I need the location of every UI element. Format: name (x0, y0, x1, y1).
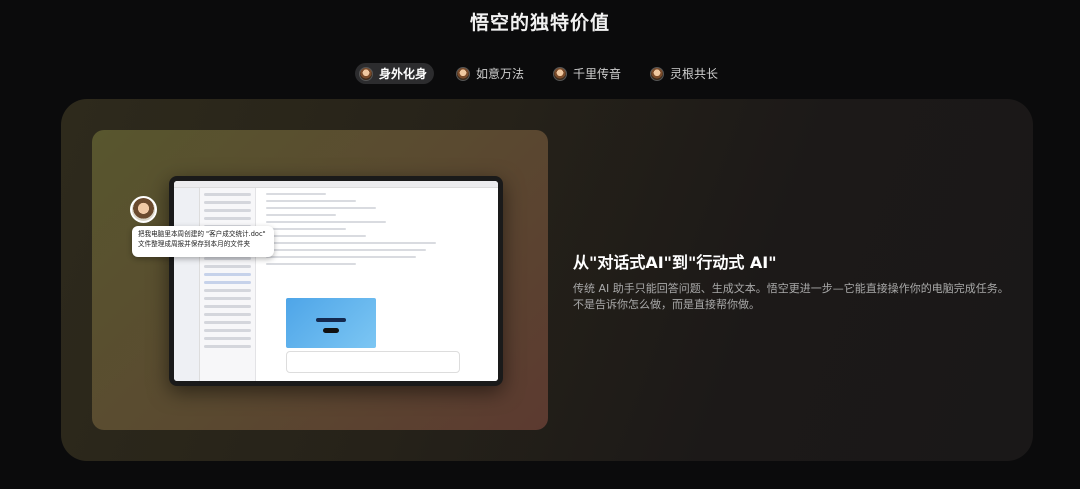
app-screen (174, 181, 498, 381)
monitor-frame (169, 176, 503, 386)
tab-label: 身外化身 (378, 67, 427, 81)
avatar-icon (455, 66, 470, 81)
avatar-icon (358, 66, 373, 81)
document-preview (286, 298, 376, 348)
tab-1[interactable]: 身外化身 (354, 63, 434, 84)
avatar-icon (553, 66, 567, 81)
tab-label: 如意万法 (475, 67, 524, 81)
bubble-line: 文件整理成周报并保存到本月的文件夹 (138, 240, 251, 248)
user-avatar (130, 196, 157, 223)
bubble-line: 把我电脑里本周创建的 "客户成交统计.doc" (138, 230, 266, 238)
tab-4[interactable]: 灵根共长 (646, 63, 725, 84)
feature-description: 传统 AI 助手只能回答问题、生成文本。悟空更进一步—它能直接操作你的电脑完成任… (573, 282, 1009, 311)
feature-card: 把我电脑里本周创建的 "客户成交统计.doc" 文件整理成周报并保存到本月的文件… (61, 99, 1033, 461)
window-titlebar (174, 181, 498, 188)
section-title: 悟空的独特价值 (469, 12, 610, 34)
app-nav-rail (174, 188, 200, 381)
tab-3[interactable]: 千里传音 (549, 63, 628, 84)
avatar-icon (650, 66, 665, 81)
tab-2[interactable]: 如意万法 (452, 63, 531, 84)
conversation-list (200, 188, 256, 381)
tab-label: 千里传音 (573, 67, 622, 81)
feature-headline: 从"对话式AI"到"行动式 AI" (573, 253, 777, 272)
feature-tabs: 身外化身 如意万法 千里传音 灵根共长 (0, 63, 1080, 84)
user-message-bubble: 把我电脑里本周创建的 "客户成交统计.doc" 文件整理成周报并保存到本月的文件… (132, 226, 274, 257)
chat-input (286, 351, 460, 373)
chat-pane (256, 188, 498, 381)
tab-label: 灵根共长 (670, 67, 719, 81)
product-screenshot: 把我电脑里本周创建的 "客户成交统计.doc" 文件整理成周报并保存到本月的文件… (92, 130, 548, 430)
